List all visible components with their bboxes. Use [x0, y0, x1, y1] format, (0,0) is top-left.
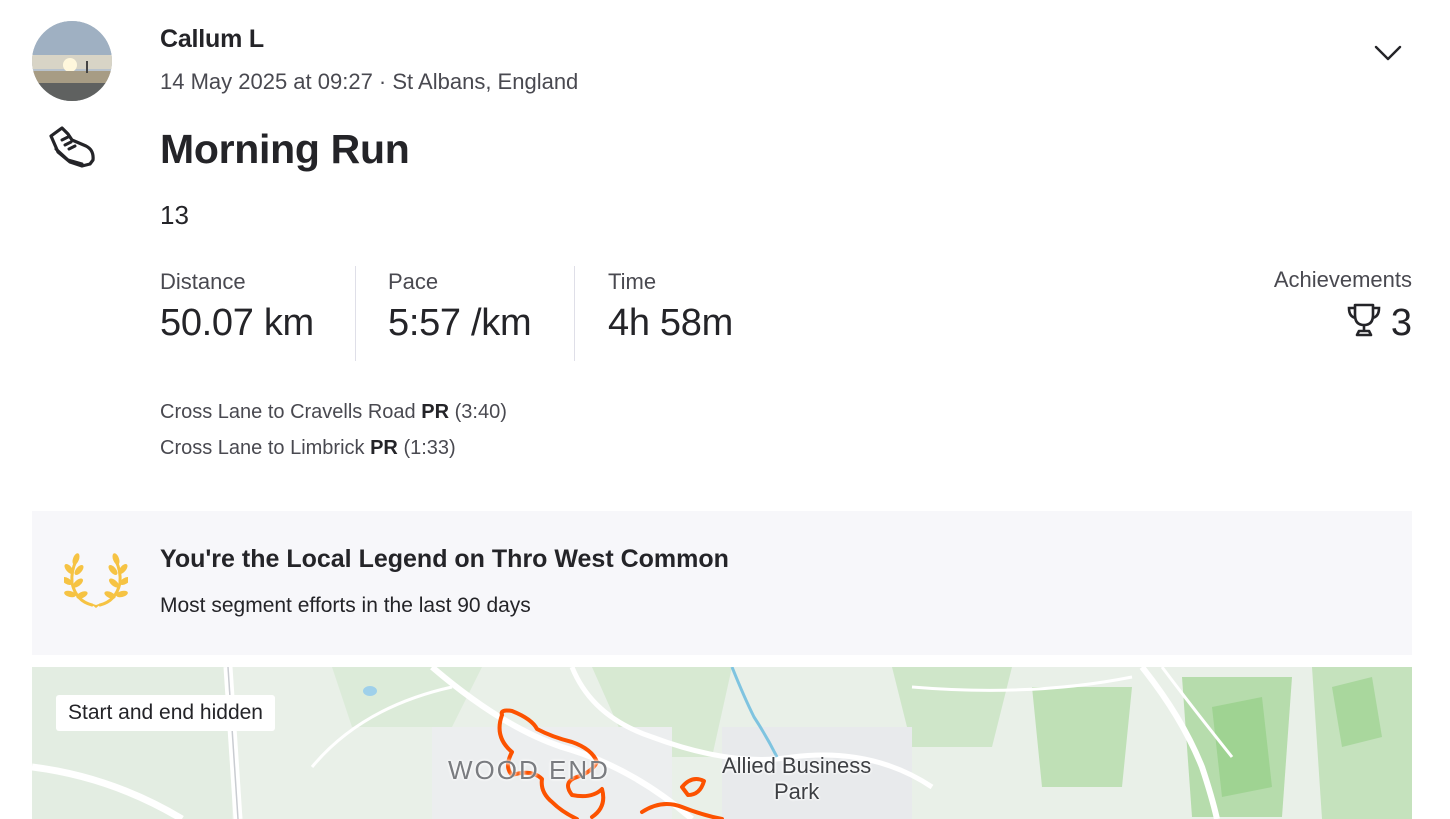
pr-badge: PR — [421, 401, 450, 423]
local-legend-title: You're the Local Legend on Thro West Com… — [160, 545, 729, 573]
segment-name[interactable]: Cross Lane to Limbrick — [160, 437, 365, 459]
stat-value: 50.07 km — [160, 302, 314, 344]
map-place-label: Allied Business Park — [722, 753, 871, 805]
stat-value: 4h 58m — [608, 302, 733, 344]
achievements-label: Achievements — [1273, 267, 1412, 292]
local-legend-card[interactable]: You're the Local Legend on Thro West Com… — [32, 511, 1412, 655]
activity-description: 13 — [160, 200, 189, 230]
segment-item[interactable]: Cross Lane to Cravells Road PR (3:40) — [160, 398, 507, 434]
divider — [574, 266, 575, 361]
stat-time: Time 4h 58m — [608, 266, 733, 361]
stat-value: 5:57 /km — [388, 302, 532, 344]
achievements: Achievements 3 — [1274, 266, 1412, 344]
athlete-name[interactable]: Callum L — [160, 25, 264, 54]
achievements-count: 3 — [1390, 301, 1412, 344]
activity-title[interactable]: Morning Run — [160, 126, 410, 173]
stat-label: Distance — [160, 269, 246, 294]
activity-page: Callum L 14 May 2025 at 09:27 · St Alban… — [0, 0, 1450, 819]
pr-badge: PR — [370, 437, 398, 459]
segment-name[interactable]: Cross Lane to Cravells Road — [160, 401, 416, 423]
route-map[interactable]: Start and end hidden WOOD END Allied Bus… — [32, 667, 1412, 819]
segment-item[interactable]: Cross Lane to Limbrick PR (1:33) — [160, 434, 507, 470]
stat-label: Time — [608, 269, 657, 294]
chevron-down-icon[interactable] — [1370, 38, 1406, 68]
laurel-icon — [61, 553, 131, 611]
avatar[interactable] — [32, 21, 112, 101]
map-place-label-line: Park — [773, 779, 820, 804]
activity-date-location: 14 May 2025 at 09:27 · St Albans, Englan… — [160, 69, 579, 94]
running-shoe-icon — [46, 122, 98, 174]
stat-distance: Distance 50.07 km — [160, 266, 314, 361]
map-place-label-line: Allied Business — [722, 753, 872, 778]
stat-pace: Pace 5:57 /km — [388, 266, 532, 361]
stat-label: Pace — [388, 269, 439, 294]
start-end-hidden-badge: Start and end hidden — [56, 695, 275, 731]
divider — [355, 266, 356, 361]
local-legend-subtitle: Most segment efforts in the last 90 days — [160, 594, 531, 617]
segment-time: (1:33) — [403, 437, 456, 459]
segment-time: (3:40) — [454, 401, 507, 423]
map-place-label: WOOD END — [448, 755, 610, 785]
trophy-icon — [1345, 301, 1383, 344]
segment-list: Cross Lane to Cravells Road PR (3:40) Cr… — [160, 398, 507, 470]
